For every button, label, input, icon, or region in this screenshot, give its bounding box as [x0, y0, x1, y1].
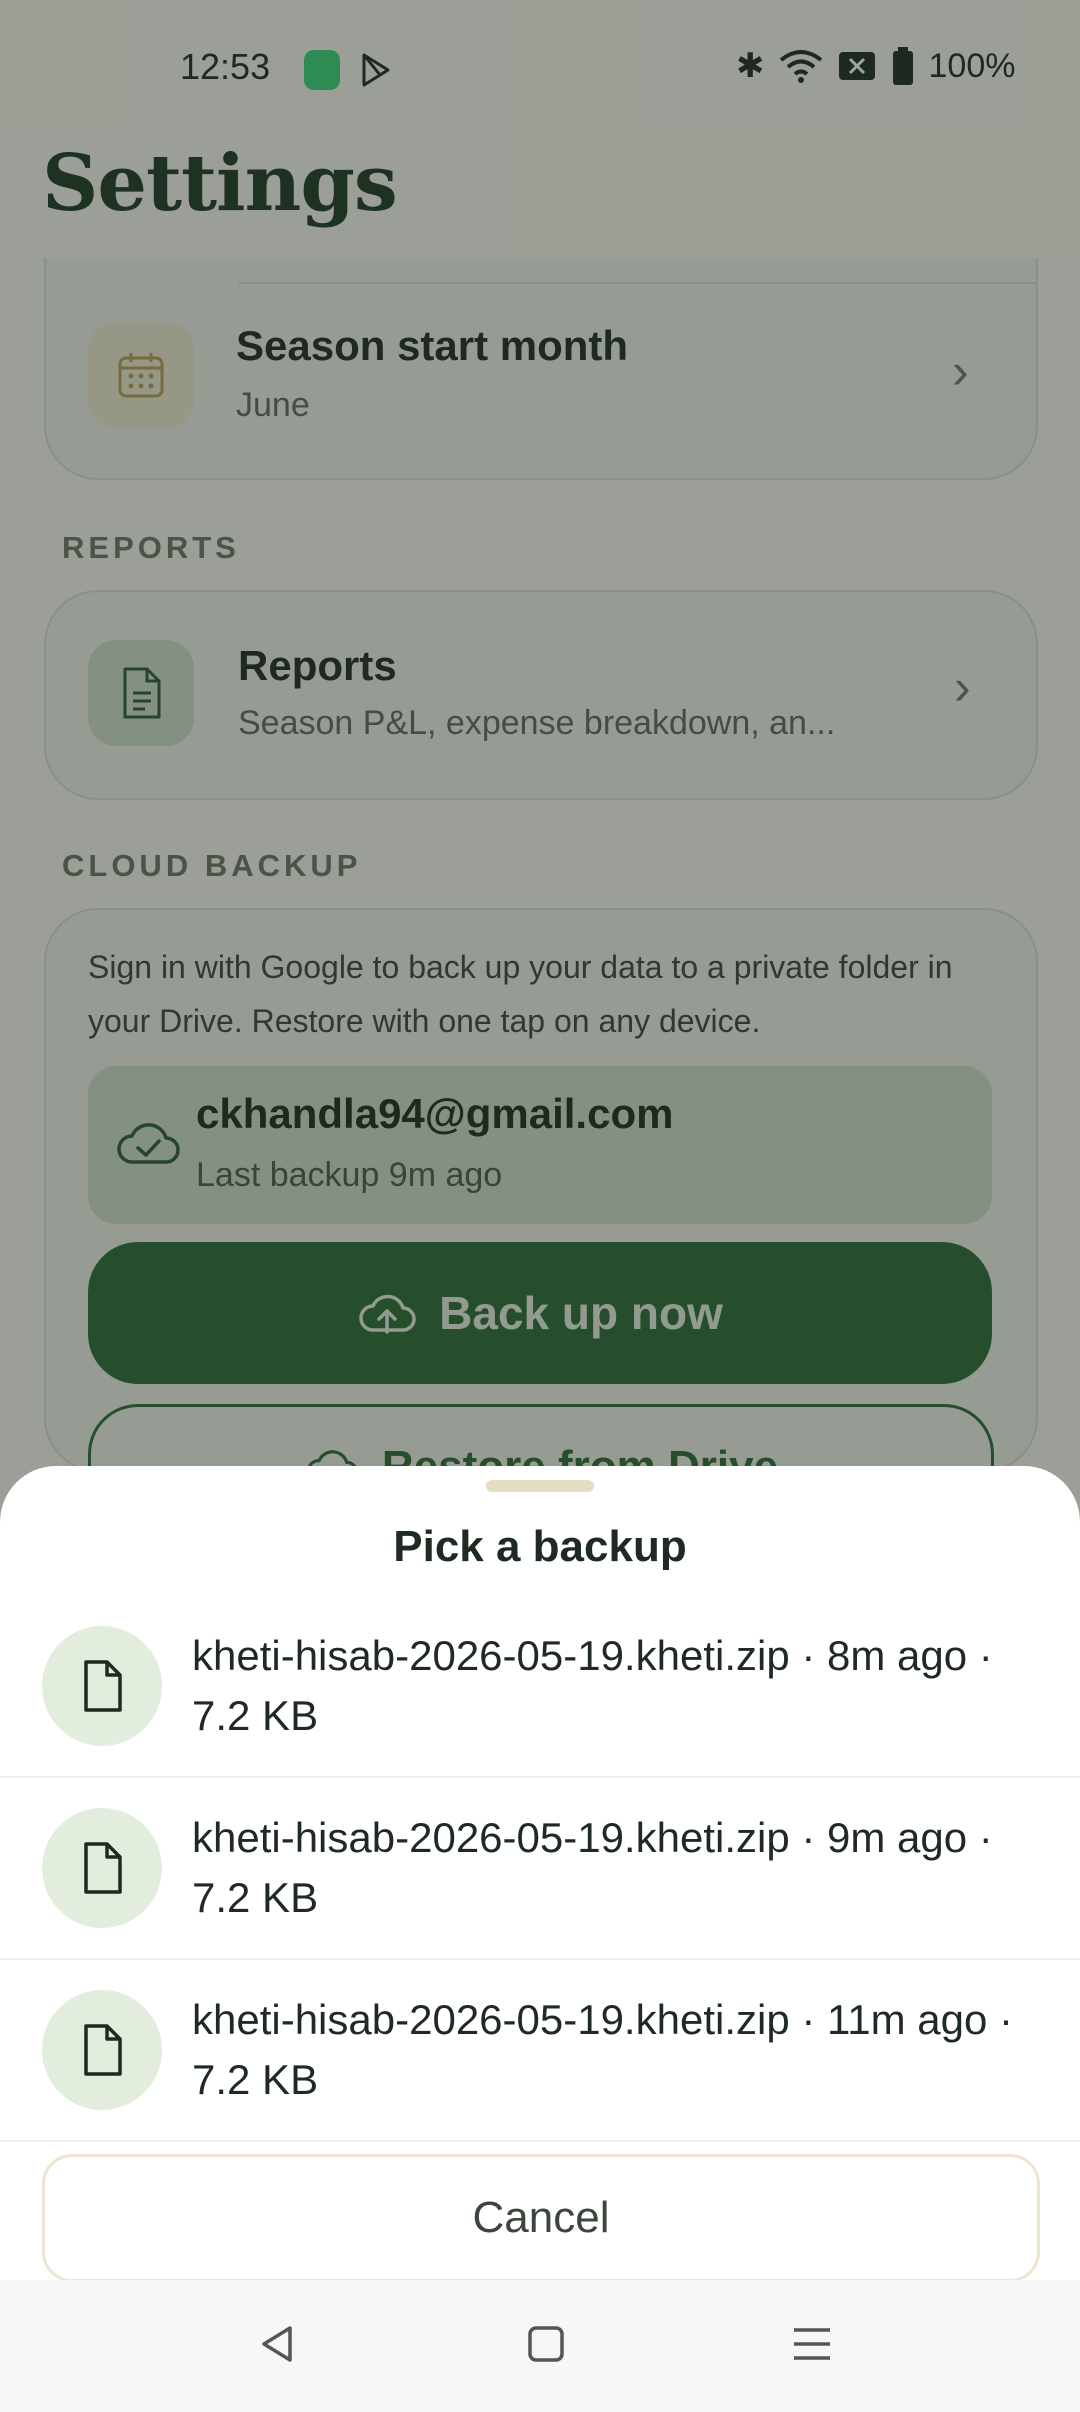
- nav-recents-button[interactable]: [772, 2304, 852, 2384]
- backup-list-item[interactable]: kheti-hisab-2026-05-19.kheti.zip · 9m ag…: [0, 1778, 1080, 1960]
- home-square-icon: [528, 2326, 564, 2362]
- backup-list-item[interactable]: kheti-hisab-2026-05-19.kheti.zip · 11m a…: [0, 1960, 1080, 2142]
- sheet-title: Pick a backup: [393, 1522, 687, 1571]
- nav-back-button[interactable]: [238, 2304, 318, 2384]
- backup-item-label: kheti-hisab-2026-05-19.kheti.zip · 8m ag…: [192, 1632, 993, 1739]
- pick-backup-sheet: Pick a backup kheti-hisab-2026-05-19.khe…: [0, 1466, 1080, 2412]
- cancel-label: Cancel: [472, 2193, 610, 2242]
- file-avatar: [42, 1626, 162, 1746]
- backup-item-label: kheti-hisab-2026-05-19.kheti.zip · 11m a…: [192, 1996, 1013, 2103]
- file-avatar: [42, 1808, 162, 1928]
- file-icon: [84, 1842, 122, 1894]
- file-icon: [84, 2024, 122, 2076]
- nav-home-button[interactable]: [506, 2304, 586, 2384]
- cancel-button[interactable]: Cancel: [42, 2154, 1040, 2282]
- back-triangle-icon: [262, 2326, 292, 2362]
- file-avatar: [42, 1990, 162, 2110]
- file-icon: [84, 1660, 122, 1712]
- backup-list-item[interactable]: kheti-hisab-2026-05-19.kheti.zip · 8m ag…: [0, 1596, 1080, 1778]
- recents-menu-icon: [794, 2328, 830, 2360]
- backup-item-label: kheti-hisab-2026-05-19.kheti.zip · 9m ag…: [192, 1814, 993, 1921]
- sheet-drag-handle[interactable]: [486, 1480, 594, 1492]
- system-nav-bar: [0, 2280, 1080, 2412]
